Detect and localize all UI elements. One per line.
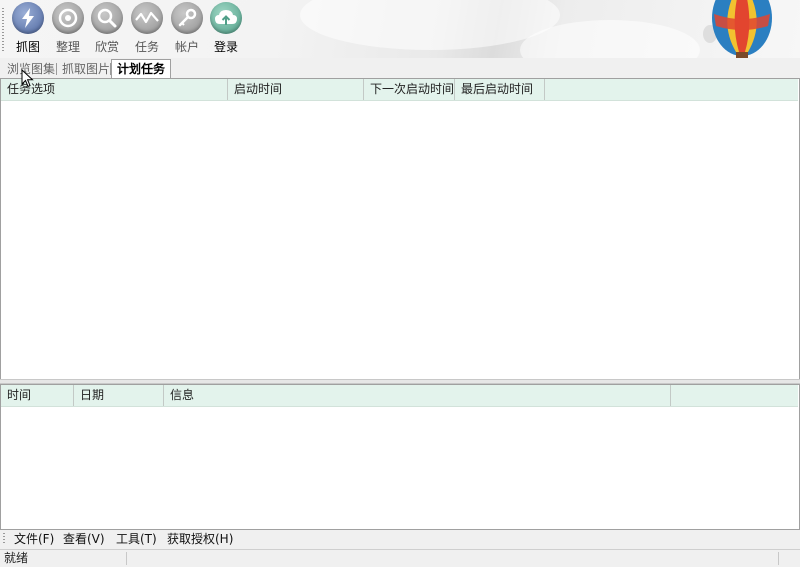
mouse-cursor-icon [21, 69, 34, 88]
column-header-task-option[interactable]: 任务选项 [1, 79, 228, 100]
pulse-icon [131, 2, 163, 34]
toolbar-grip[interactable] [2, 8, 4, 52]
toolbar-label: 整理 [55, 40, 80, 54]
menu-file[interactable]: 文件(F) [14, 530, 54, 548]
lightning-icon [12, 2, 44, 34]
magnifier-icon [91, 2, 123, 34]
task-list-header: 任务选项 启动时间 下一次启动时间 最后启动时间 [1, 79, 798, 101]
toolbar-button-tasks[interactable]: 任务 [129, 2, 165, 55]
toolbar-button-view[interactable]: 欣赏 [89, 2, 125, 55]
toolbar: 抓图 整理 欣赏 任务 帐户 登录 [0, 0, 800, 58]
eye-icon [52, 2, 84, 34]
column-header-filler [545, 79, 798, 100]
column-header-date[interactable]: 日期 [74, 385, 164, 406]
status-separator [778, 552, 779, 565]
column-header-last-start-time[interactable]: 最后启动时间 [455, 79, 545, 100]
log-list-header: 时间 日期 信息 [1, 385, 798, 407]
toolbar-label: 帐户 [174, 40, 199, 54]
menu-view[interactable]: 查看(V) [63, 530, 105, 548]
toolbar-button-organize[interactable]: 整理 [50, 2, 86, 55]
menu-bar: 文件(F) 查看(V) 工具(T) 获取授权(H) [0, 530, 800, 548]
toolbar-button-account[interactable]: 帐户 [169, 2, 205, 55]
column-header-start-time[interactable]: 启动时间 [228, 79, 364, 100]
status-bar: 就绪 [0, 549, 800, 567]
balloon-logo [703, 0, 772, 58]
menu-get-license[interactable]: 获取授权(H) [167, 530, 233, 548]
column-header-filler [671, 385, 798, 406]
menu-tools[interactable]: 工具(T) [116, 530, 157, 548]
task-list[interactable]: 任务选项 启动时间 下一次启动时间 最后启动时间 [0, 78, 800, 380]
tab-scheduled-tasks[interactable]: 计划任务 [111, 59, 172, 79]
status-text: 就绪 [4, 551, 29, 565]
toolbar-label: 登录 [213, 40, 238, 54]
toolbar-button-capture[interactable]: 抓图 [10, 2, 46, 55]
tab-strip: 浏览图集 抓取图片 计划任务 [0, 59, 800, 79]
menu-grip[interactable] [3, 533, 5, 545]
column-header-time[interactable]: 时间 [1, 385, 74, 406]
column-header-next-start-time[interactable]: 下一次启动时间 [364, 79, 455, 100]
toolbar-label: 欣赏 [94, 40, 119, 54]
tab-grab-images[interactable]: 抓取图片 [57, 61, 115, 77]
column-header-message[interactable]: 信息 [164, 385, 671, 406]
cloud-upload-icon [210, 2, 242, 34]
toolbar-button-login[interactable]: 登录 [208, 2, 244, 55]
log-list[interactable]: 时间 日期 信息 [0, 384, 800, 530]
toolbar-label: 任务 [134, 40, 159, 54]
status-separator [126, 552, 127, 565]
key-icon [171, 2, 203, 34]
toolbar-label: 抓图 [15, 40, 40, 54]
